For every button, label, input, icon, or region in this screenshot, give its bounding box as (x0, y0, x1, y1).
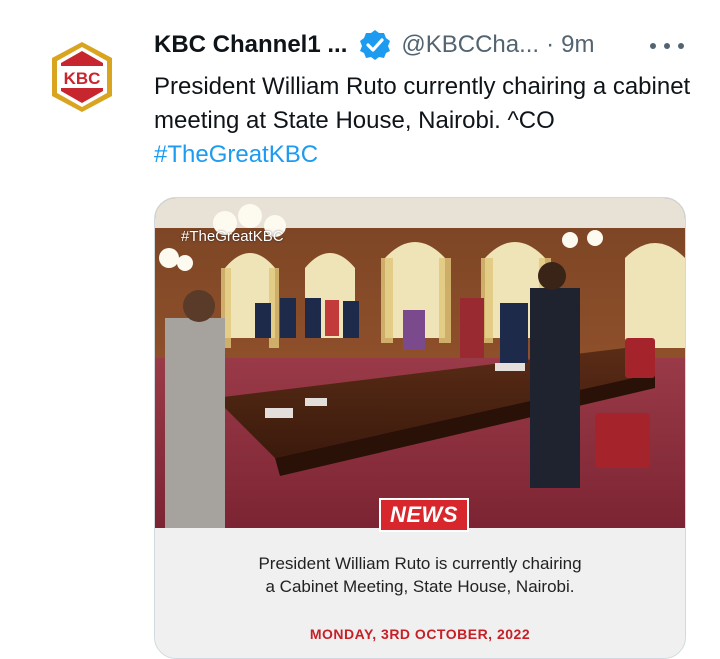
media-watermark: #TheGreatKBC (181, 228, 284, 245)
more-options-icon[interactable] (650, 36, 684, 56)
avatar-logo-text: KBC (64, 69, 101, 88)
news-caption-line: a Cabinet Meeting, State House, Nairobi. (265, 577, 575, 596)
more-dot (664, 43, 670, 49)
news-caption: President William Ruto is currently chai… (155, 552, 685, 598)
kbc-logo-icon: KBC (41, 37, 123, 119)
news-date: MONDAY, 3RD OCTOBER, 2022 (309, 626, 531, 642)
tweet-timestamp[interactable]: 9m (561, 31, 594, 59)
tweet-body: President William Ruto currently chairin… (154, 70, 694, 172)
cabinet-meeting-photo (155, 198, 685, 528)
more-dot (650, 43, 656, 49)
hashtag-link[interactable]: #TheGreatKBC (154, 138, 694, 172)
tweet-header: KBC Channel1 ... @KBCCha... · 9m (154, 30, 694, 60)
profile-avatar[interactable]: KBC (40, 36, 124, 120)
author-name[interactable]: KBC Channel1 ... (154, 31, 347, 59)
separator-dot: · (546, 31, 555, 58)
author-handle[interactable]: @KBCCha... (401, 31, 539, 59)
more-dot (678, 43, 684, 49)
news-badge: NEWS (379, 498, 469, 532)
tweet-media[interactable]: #TheGreatKBC NEWS President William Ruto… (154, 197, 686, 659)
news-caption-line: President William Ruto is currently chai… (258, 554, 582, 573)
tweet-text: President William Ruto currently chairin… (154, 73, 691, 134)
verified-badge-icon (360, 30, 391, 60)
